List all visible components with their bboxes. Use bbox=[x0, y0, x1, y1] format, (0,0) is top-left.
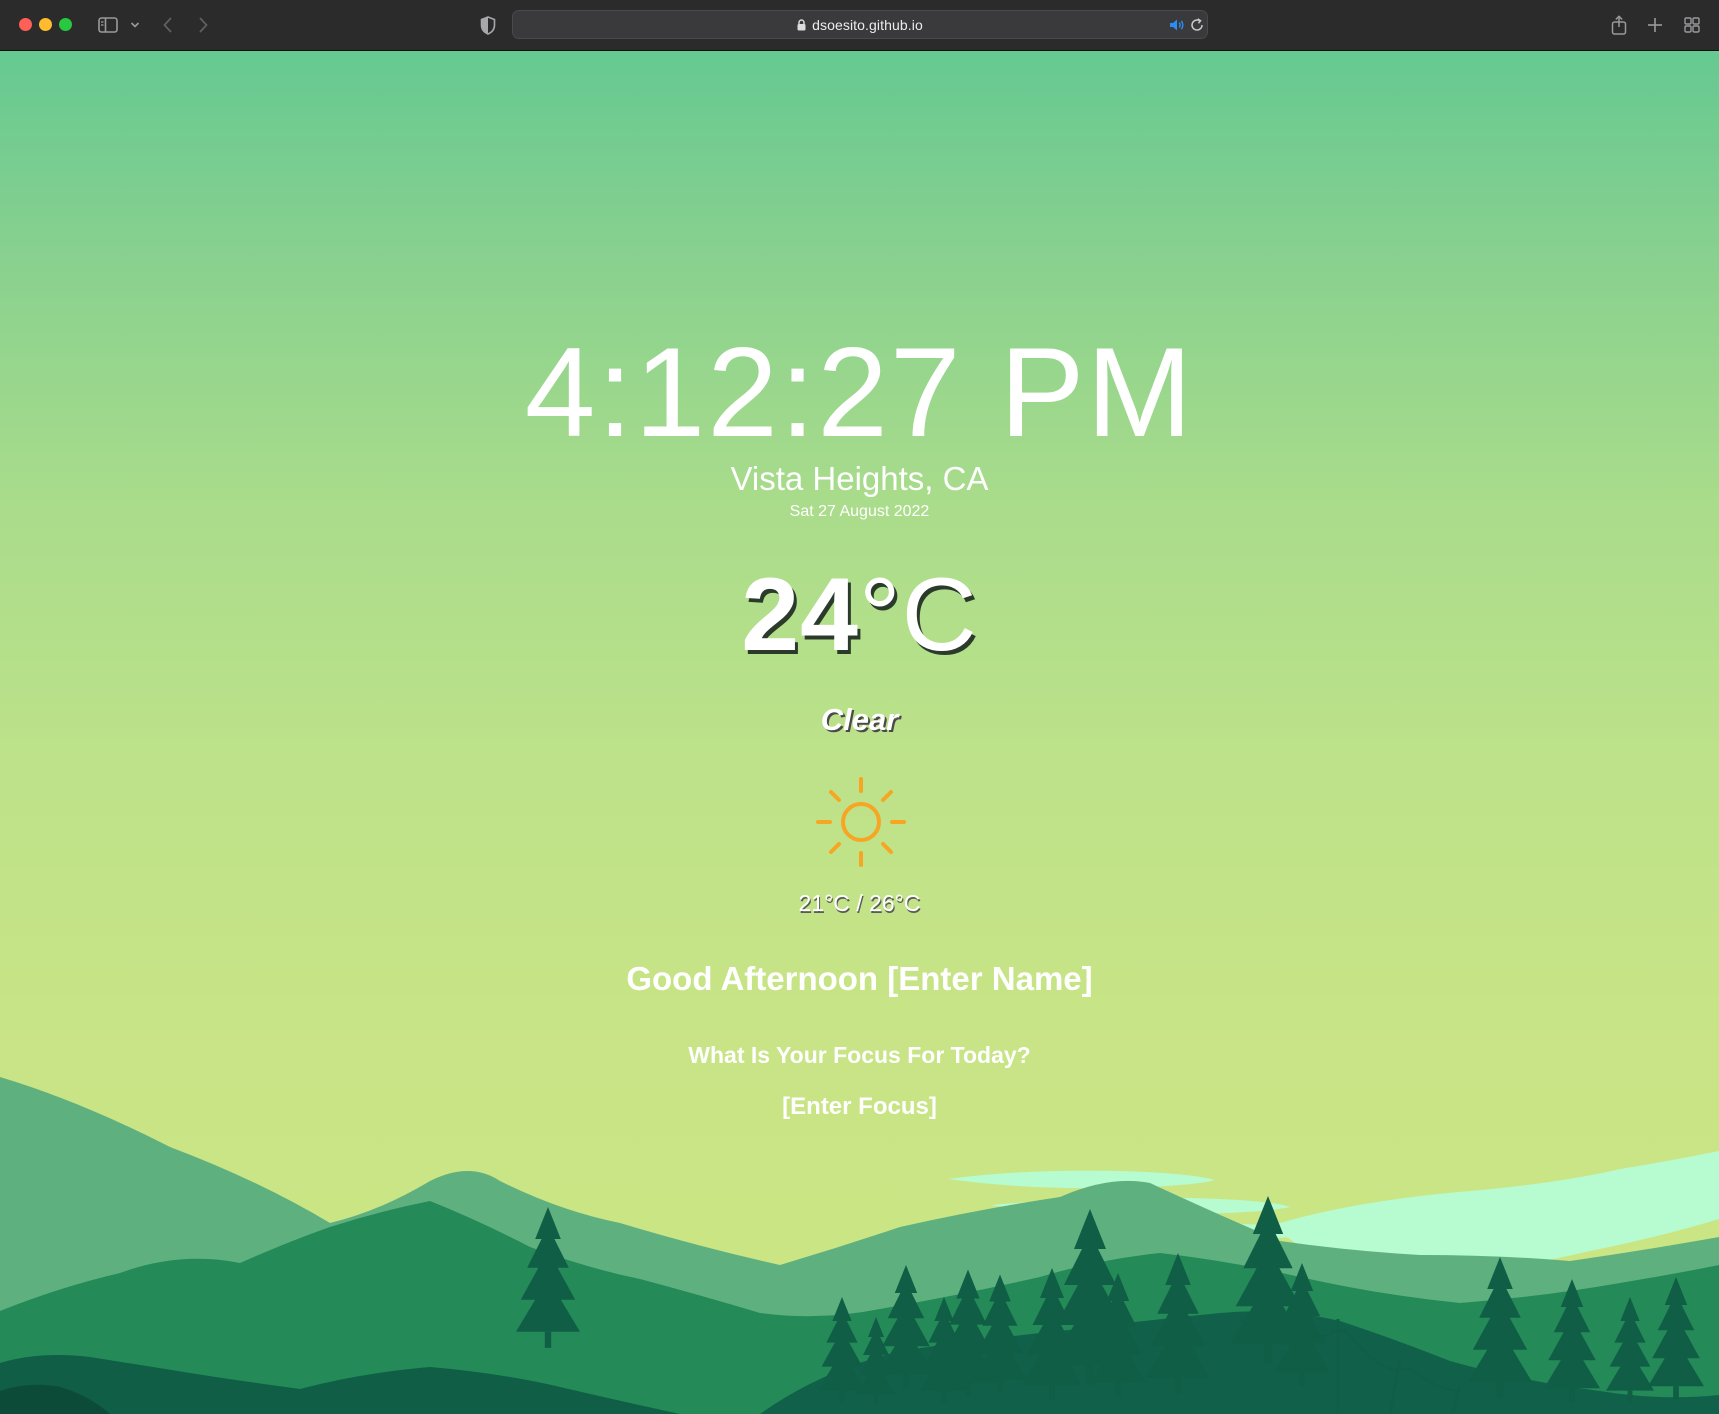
shield-icon[interactable] bbox=[478, 13, 498, 37]
sun-icon bbox=[816, 777, 906, 867]
close-window-button[interactable] bbox=[19, 18, 32, 31]
clock-time: 4:12:27 PM bbox=[524, 321, 1195, 463]
location-label: Vista Heights, CA bbox=[730, 460, 989, 497]
temperature-unit: °C bbox=[858, 557, 978, 673]
greeting-name-field[interactable]: Good Afternoon [Enter Name] bbox=[0, 958, 1719, 1000]
temperature-value: 24 bbox=[741, 557, 859, 673]
chevron-right-icon[interactable] bbox=[195, 13, 211, 37]
minimize-window-button[interactable] bbox=[39, 18, 52, 31]
share-icon[interactable] bbox=[1609, 13, 1629, 37]
temperature-range: 21°C / 26°C bbox=[798, 890, 921, 916]
speaker-icon[interactable] bbox=[1168, 13, 1186, 37]
focus-input[interactable]: [Enter Focus] bbox=[0, 1091, 1719, 1123]
url-text: dsoesito.github.io bbox=[812, 16, 923, 33]
browser-toolbar: dsoesito.github.io bbox=[0, 0, 1719, 51]
zoom-window-button[interactable] bbox=[59, 18, 72, 31]
temperature-display: 24°C bbox=[0, 553, 1719, 678]
sidebar-icon[interactable] bbox=[97, 13, 119, 37]
plus-icon[interactable] bbox=[1646, 13, 1664, 37]
address-bar[interactable]: dsoesito.github.io bbox=[512, 10, 1208, 39]
page-background: 4:12:27 PM Vista Heights, CA Sat 27 Augu… bbox=[0, 51, 1719, 1414]
reload-icon[interactable] bbox=[1189, 13, 1205, 37]
focus-question: What Is Your Focus For Today? bbox=[688, 1042, 1031, 1068]
weather-condition: Clear bbox=[820, 702, 899, 737]
browser-window: dsoesito.github.io 4:12:27 PM Vista Heig… bbox=[0, 0, 1719, 1414]
date-label: Sat 27 August 2022 bbox=[789, 503, 930, 520]
chevron-down-icon[interactable] bbox=[129, 13, 141, 37]
lock-icon bbox=[797, 18, 806, 31]
chevron-left-icon[interactable] bbox=[160, 13, 176, 37]
grid-icon[interactable] bbox=[1683, 13, 1701, 37]
